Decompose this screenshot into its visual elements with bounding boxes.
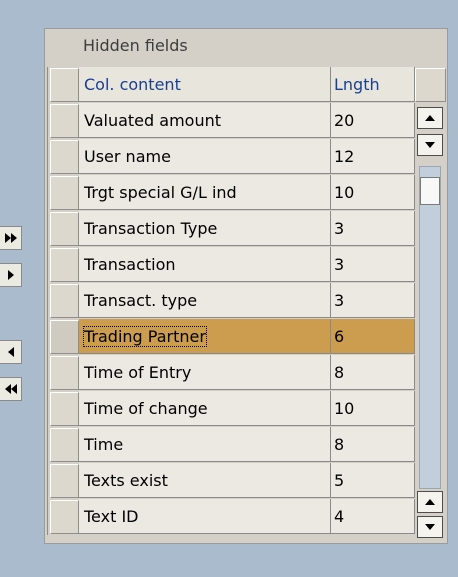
column-header-length[interactable]: Lngth [331,67,415,102]
row-selector[interactable] [50,140,79,174]
scroll-page-up-button[interactable] [417,107,443,129]
cell-content[interactable]: Time of Entry [79,355,331,390]
hidden-fields-panel: Hidden fields Col. content Lngth Valuate… [44,28,448,544]
panel-title: Hidden fields [45,29,447,63]
cell-length[interactable]: 10 [331,175,415,210]
cell-content[interactable]: Transaction [79,247,331,282]
arrow-left-icon [7,347,14,357]
cell-length[interactable]: 3 [331,283,415,318]
table-header-row: Col. content Lngth [48,67,416,103]
scrollbar-track[interactable] [419,166,441,489]
table-row[interactable]: Transaction Type 3 [48,211,416,247]
cell-length[interactable]: 20 [331,103,415,138]
table-settings-corner[interactable] [415,68,446,102]
cell-content[interactable]: Trgt special G/L ind [79,175,331,210]
cell-content[interactable]: Valuated amount [79,103,331,138]
triangle-down-icon [425,524,435,530]
cell-content[interactable]: User name [79,139,331,174]
cell-content[interactable]: Time of change [79,391,331,426]
scroll-down-button[interactable] [417,516,443,538]
table-row[interactable]: Trgt special G/L ind 10 [48,175,416,211]
cell-content[interactable]: Trading Partner [79,319,331,354]
triangle-up-icon [425,115,435,121]
row-selector[interactable] [50,248,79,282]
cell-length[interactable]: 8 [331,427,415,462]
cell-content[interactable]: Transaction Type [79,211,331,246]
row-selector[interactable] [50,212,79,246]
cell-content[interactable]: Time [79,427,331,462]
move-all-left-button[interactable] [0,377,22,401]
column-header-content[interactable]: Col. content [79,67,331,102]
table-row[interactable]: User name 12 [48,139,416,175]
table-row[interactable]: Time 8 [48,427,416,463]
cell-length[interactable]: 3 [331,211,415,246]
move-left-button[interactable] [0,340,22,364]
scroll-page-down-button[interactable] [417,134,443,156]
table-row[interactable]: Text ID 4 [48,499,416,535]
triangle-down-icon [425,142,435,148]
cell-length[interactable]: 12 [331,139,415,174]
cell-content[interactable]: Text ID [79,499,331,534]
table-row-selected[interactable]: Trading Partner 6 [48,319,416,355]
table-row[interactable]: Transaction 3 [48,247,416,283]
table-row[interactable]: Time of Entry 8 [48,355,416,391]
table-row[interactable]: Transact. type 3 [48,283,416,319]
scroll-up-button[interactable] [417,491,443,513]
row-selector[interactable] [50,392,79,426]
vertical-scrollbar[interactable] [417,103,445,539]
scrollbar-thumb[interactable] [420,177,440,205]
cell-length[interactable]: 5 [331,463,415,498]
row-selector[interactable] [50,176,79,210]
arrow-right-icon [7,270,14,280]
double-arrow-left-icon [4,384,17,394]
row-selector[interactable] [50,320,79,354]
focused-cell-text: Trading Partner [83,326,207,347]
cell-content[interactable]: Texts exist [79,463,331,498]
triangle-up-icon [425,499,435,505]
row-selector[interactable] [50,284,79,318]
table-row[interactable]: Valuated amount 20 [48,103,416,139]
cell-length[interactable]: 10 [331,391,415,426]
table-row[interactable]: Time of change 10 [48,391,416,427]
row-selector[interactable] [50,500,79,534]
hidden-fields-table: Col. content Lngth Valuated amount 20 Us… [47,67,416,535]
cell-length[interactable]: 6 [331,319,415,354]
double-arrow-right-icon [4,233,17,243]
cell-length[interactable]: 8 [331,355,415,390]
cell-length[interactable]: 3 [331,247,415,282]
cell-content[interactable]: Transact. type [79,283,331,318]
table-row[interactable]: Texts exist 5 [48,463,416,499]
row-selector[interactable] [50,356,79,390]
row-selector[interactable] [50,464,79,498]
select-all-button[interactable] [50,68,79,102]
row-selector[interactable] [50,428,79,462]
move-right-button[interactable] [0,263,22,287]
move-all-right-button[interactable] [0,226,22,250]
row-selector[interactable] [50,104,79,138]
cell-length[interactable]: 4 [331,499,415,534]
